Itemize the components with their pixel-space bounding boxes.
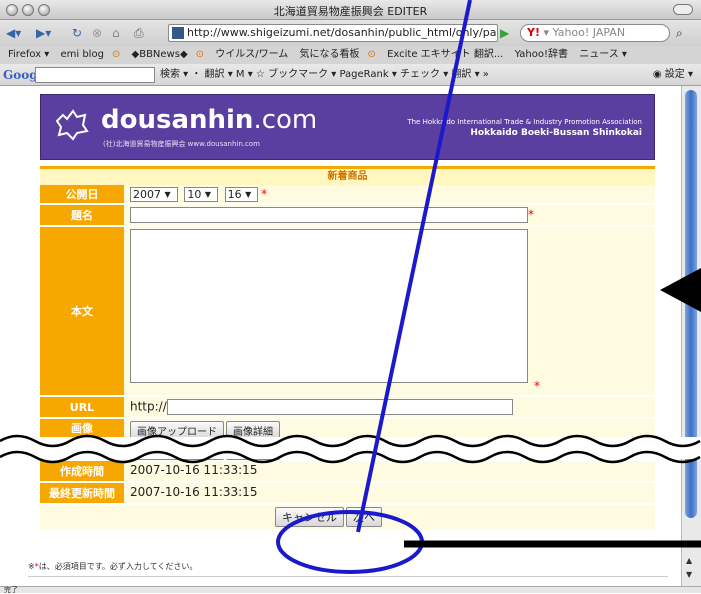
note-text: は、必須項目です。必ず入力してください。	[38, 562, 198, 571]
bookmark-item[interactable]: ウイルス/ワーム	[215, 49, 288, 60]
site-logo[interactable]: dousanhin.com	[101, 105, 317, 135]
title-bar: 北海道貿易物産振興会 EDITER	[0, 0, 701, 20]
banner-english-name: The Hokkaido International Trade & Indus…	[407, 118, 642, 126]
title-row: 題名 *	[40, 205, 655, 227]
scrollbar-thumb[interactable]	[685, 90, 697, 518]
logo-subtitle: (社)北海道貿易物産振興会 www.dousanhin.com	[103, 140, 260, 148]
day-value: 16	[227, 188, 242, 201]
bookmarks-bar: Firefox ▾ emi blog ⊙ ◆BBNews◆ ⊙ ウイルス/ワーム 気…	[0, 46, 701, 64]
year-select[interactable]: 2007 ▼	[130, 187, 178, 202]
banner-romaji-name: Hokkaido Boeki-Bussan Shinkokai	[470, 128, 642, 138]
url-input[interactable]	[166, 399, 513, 415]
chevron-down-icon: ▼	[245, 190, 252, 199]
back-icon[interactable]: ◀▾	[6, 24, 21, 42]
google-settings-label: 設定 ▾	[664, 69, 693, 80]
note-prefix: ※	[28, 562, 35, 571]
google-toolbar-items[interactable]: 検索 ▾ ・ 翻訳 ▾ M ▾ ☆ ブックマーク ▾ PageRank ▾ チェ…	[160, 64, 489, 85]
vertical-scrollbar[interactable]: ▲ ▼	[681, 86, 701, 586]
image-detail-button[interactable]: 画像詳細	[226, 441, 280, 460]
google-search-input[interactable]	[35, 67, 155, 83]
reload-icon[interactable]: ↻	[72, 24, 82, 42]
created-row: 作成時間 2007-10-16 11:33:15	[40, 461, 655, 483]
chevron-down-icon: ▼	[164, 190, 171, 199]
updated-row: 最終更新時間 2007-10-16 11:33:15	[40, 483, 655, 505]
year-value: 2007	[133, 188, 161, 201]
favicon-icon	[172, 27, 184, 39]
google-toolbar: Google 検索 ▾ ・ 翻訳 ▾ M ▾ ☆ ブックマーク ▾ PageRa…	[0, 64, 701, 86]
go-icon[interactable]: ▶	[500, 24, 516, 42]
month-select[interactable]: 10 ▼	[184, 187, 218, 202]
image-detail-button[interactable]: 画像詳細	[226, 421, 280, 440]
address-text: http://www.shigeizumi.net/dosanhin/publi…	[187, 26, 497, 39]
bookmark-item[interactable]: Excite エキサイト 翻訳...	[387, 49, 503, 60]
image-upload-button[interactable]: 画像アップロード	[130, 441, 224, 460]
required-mark: *	[534, 379, 540, 393]
required-note: ※*は、必須項目です。必ず入力してください。	[28, 561, 197, 572]
url-row: URL http://	[40, 397, 655, 419]
date-label: 公開日	[40, 185, 124, 203]
title-input[interactable]	[130, 207, 528, 223]
scroll-up-icon[interactable]: ▲	[686, 556, 692, 565]
bookmark-item[interactable]: Firefox ▾	[8, 49, 49, 60]
date-row: 公開日 2007 ▼ 10 ▼ 16 ▼ *	[40, 185, 655, 205]
title-label: 題名	[40, 205, 124, 225]
site-banner: dousanhin.com (社)北海道貿易物産振興会 www.dousanhi…	[40, 94, 655, 160]
image-row-1: 画像 画像アップロード 画像詳細	[40, 419, 655, 440]
body-label: 本文	[40, 227, 124, 395]
created-value: 2007-10-16 11:33:15	[124, 461, 655, 481]
required-mark: *	[528, 207, 534, 222]
edit-form: 新着商品 公開日 2007 ▼ 10 ▼ 16 ▼ * 題名 * 本文 * URL…	[40, 166, 655, 531]
scroll-down-icon[interactable]: ▼	[686, 570, 692, 579]
page-content: dousanhin.com (社)北海道貿易物産振興会 www.dousanhi…	[0, 86, 681, 586]
stop-icon[interactable]: ⊗	[92, 24, 102, 42]
google-settings-button[interactable]: ◉ 設定 ▾	[653, 64, 693, 85]
chevron-down-icon: ▼	[204, 190, 211, 199]
status-bar: 完了	[0, 586, 701, 594]
bookmark-item[interactable]: ニュース ▾	[579, 49, 627, 60]
browser-window: 北海道貿易物産振興会 EDITER ◀▾ ▶▾ ↻ ⊗ ⌂ ⎙ http://w…	[0, 0, 701, 594]
toolbar-toggle-button[interactable]	[673, 4, 693, 15]
next-button[interactable]: 次へ	[346, 507, 382, 527]
rss-icon: ⊙	[111, 49, 121, 60]
url-label: URL	[40, 397, 124, 417]
logo-main-text: dousanhin	[101, 105, 254, 135]
magnifier-icon[interactable]: ⌕	[676, 24, 683, 42]
banner-association-name: The Hokkaido International Trade & Indus…	[407, 117, 642, 139]
window-title: 北海道貿易物産振興会 EDITER	[273, 5, 428, 18]
home-icon[interactable]: ⌂	[112, 24, 120, 42]
navigation-bar: ◀▾ ▶▾ ↻ ⊗ ⌂ ⎙ http://www.shigeizumi.net/…	[0, 20, 701, 46]
required-mark: *	[261, 187, 268, 201]
month-value: 10	[187, 188, 202, 201]
created-label: 作成時間	[40, 461, 124, 481]
bookmark-item[interactable]: Yahoo!辞書	[515, 49, 568, 60]
day-select[interactable]: 16 ▼	[224, 187, 259, 202]
search-field[interactable]: Y! ▾ Yahoo! JAPAN	[520, 24, 670, 42]
yahoo-icon: Y!	[527, 26, 540, 39]
bookmark-item[interactable]: ◆BBNews◆	[132, 49, 188, 60]
image-row-2: 画像 画像アップロード 画像詳細	[40, 439, 655, 461]
rss-icon: ⊙	[195, 49, 205, 60]
rss-icon: ⊙	[367, 49, 376, 60]
address-bar[interactable]: http://www.shigeizumi.net/dosanhin/publi…	[168, 24, 498, 42]
updated-value: 2007-10-16 11:33:15	[124, 483, 655, 503]
bookmark-item[interactable]: emi blog	[60, 49, 103, 60]
body-row: 本文 *	[40, 227, 655, 397]
bookmark-item[interactable]: 気になる看板	[299, 49, 359, 60]
action-row: キャンセル 次へ	[40, 505, 655, 531]
divider	[28, 576, 668, 577]
bookmark-page-icon[interactable]: ⎙	[134, 24, 144, 42]
hokkaido-map-icon	[55, 109, 89, 141]
search-engine-label: Yahoo! JAPAN	[552, 26, 626, 39]
forward-icon[interactable]: ▶▾	[36, 24, 51, 42]
url-prefix: http://	[130, 399, 167, 414]
logo-suffix-text: .com	[253, 105, 318, 135]
section-title: 新着商品	[40, 169, 655, 185]
updated-label: 最終更新時間	[40, 483, 124, 503]
image-label: 画像	[40, 439, 124, 459]
image-label: 画像	[40, 419, 124, 437]
body-textarea[interactable]	[130, 229, 528, 383]
image-upload-button[interactable]: 画像アップロード	[130, 421, 224, 440]
cancel-button[interactable]: キャンセル	[275, 507, 344, 527]
